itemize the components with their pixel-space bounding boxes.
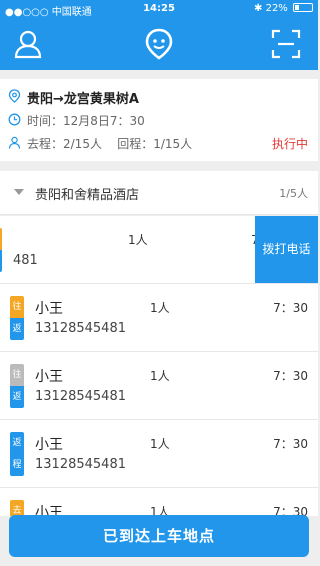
passenger-content: 去 程 小王 1人 7：30 bbox=[0, 488, 318, 516]
trip-tag-top: 往 bbox=[10, 364, 24, 386]
passenger-phone: 13128545481 bbox=[35, 389, 126, 404]
route-time: 时间：12月8日7：30 bbox=[27, 114, 145, 128]
route-title: 贵阳→龙宫黄果树A bbox=[27, 92, 139, 107]
trip-tag-top: 返 bbox=[10, 432, 24, 454]
passenger-content: 往 返 1人 7：30 481 bbox=[0, 216, 296, 283]
route-title-row: 贵阳→龙宫黄果树A bbox=[8, 88, 139, 107]
passenger-content: 往 返 小王 1人 7：30 13128545481 bbox=[0, 284, 318, 351]
chevron-down-icon bbox=[14, 189, 24, 195]
battery-icon bbox=[293, 3, 313, 12]
passenger-list: 往 返 1人 7：30 481 拨打电话 往 返 小王 1人 7：30 1312… bbox=[0, 216, 318, 516]
trip-tag-top: 去 bbox=[10, 500, 24, 516]
trip-tag-bottom: 返 bbox=[10, 318, 24, 340]
user-icon[interactable] bbox=[12, 28, 44, 60]
trip-tag: 往 返 bbox=[10, 296, 24, 340]
passenger-time: 7：30 bbox=[273, 301, 308, 315]
trip-tag: 往 返 bbox=[0, 228, 2, 272]
route-counts: 去程：2/15人 回程：1/15人 bbox=[27, 137, 193, 151]
list-item[interactable]: 返 程 小王 1人 7：30 13128545481 bbox=[0, 420, 318, 488]
passenger-name: 小王 bbox=[35, 369, 63, 385]
passenger-count: 1人 bbox=[150, 437, 170, 451]
trip-tag: 返 程 bbox=[10, 432, 24, 476]
passenger-content: 返 程 小王 1人 7：30 13128545481 bbox=[0, 420, 318, 487]
arrived-button[interactable]: 已到达上车地点 bbox=[9, 515, 309, 557]
passenger-name: 小王 bbox=[35, 437, 63, 453]
trip-tag: 往 返 bbox=[10, 364, 24, 408]
passenger-time: 7：30 bbox=[273, 437, 308, 451]
passenger-phone: 13128545481 bbox=[35, 457, 126, 472]
call-button[interactable]: 拨打电话 bbox=[255, 216, 318, 283]
trip-tag-top: 往 bbox=[0, 228, 2, 250]
trip-tag: 去 程 bbox=[10, 500, 24, 516]
battery-percent: 22% bbox=[265, 3, 288, 14]
clock-icon bbox=[8, 113, 27, 129]
scan-icon[interactable] bbox=[270, 28, 302, 60]
trip-tag-bottom: 返 bbox=[0, 250, 2, 272]
navbar bbox=[0, 18, 318, 70]
list-item[interactable]: 往 返 小王 1人 7：30 13128545481 bbox=[0, 284, 318, 352]
passenger-content: 往 返 小王 1人 7：30 13128545481 bbox=[0, 352, 318, 419]
list-item[interactable]: 往 返 1人 7：30 481 拨打电话 bbox=[0, 216, 318, 284]
trip-tag-bottom: 返 bbox=[10, 386, 24, 408]
list-item[interactable]: 去 程 小王 1人 7：30 bbox=[0, 488, 318, 516]
hotel-group-header[interactable]: 贵阳和舍精品酒店 1/5人 bbox=[0, 171, 318, 215]
passenger-time: 7：30 bbox=[273, 369, 308, 383]
passenger-phone: 13128545481 bbox=[35, 321, 126, 336]
status-bar: ●●○○○ 中国联通 14:25 ✱ 22% bbox=[0, 0, 318, 18]
route-count-row: 去程：2/15人 回程：1/15人 bbox=[8, 135, 192, 152]
hotel-count: 1/5人 bbox=[279, 187, 308, 200]
route-card: 贵阳→龙宫黄果树A 时间：12月8日7：30 去程：2/15人 回程：1/15人… bbox=[0, 79, 318, 161]
route-time-row: 时间：12月8日7：30 bbox=[8, 112, 145, 129]
trip-tag-top: 往 bbox=[10, 296, 24, 318]
passenger-count: 1人 bbox=[150, 301, 170, 315]
person-icon bbox=[8, 136, 27, 152]
passenger-count: 1人 bbox=[128, 233, 148, 247]
list-item[interactable]: 往 返 小王 1人 7：30 13128545481 bbox=[0, 352, 318, 420]
passenger-count: 1人 bbox=[150, 369, 170, 383]
passenger-name: 小王 bbox=[35, 301, 63, 317]
status-badge: 执行中 bbox=[271, 137, 308, 151]
passenger-name: 小王 bbox=[35, 505, 63, 516]
passenger-phone: 481 bbox=[13, 253, 38, 268]
location-logo-icon bbox=[143, 28, 175, 60]
location-pin-icon bbox=[8, 88, 27, 107]
hotel-name: 贵阳和舍精品酒店 bbox=[35, 188, 140, 203]
battery-indicator: ✱ 22% bbox=[254, 3, 313, 14]
bluetooth-icon: ✱ bbox=[254, 3, 263, 14]
trip-tag-bottom: 程 bbox=[10, 454, 24, 476]
